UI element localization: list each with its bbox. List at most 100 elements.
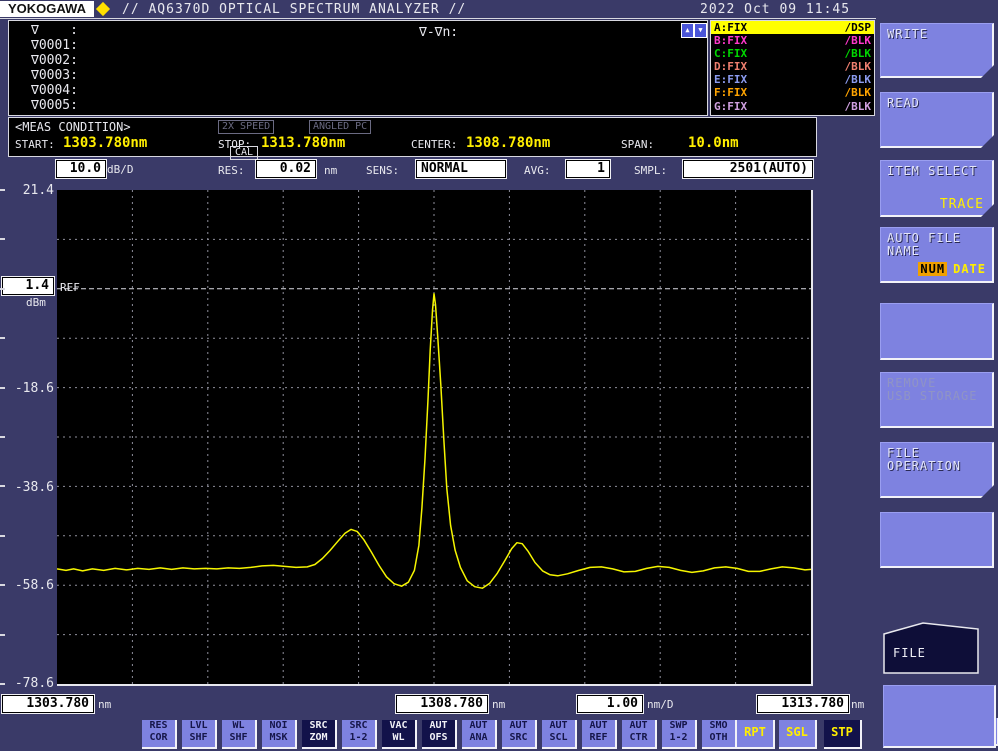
trace-name: F:FIX: [714, 86, 747, 99]
toolbar-button-res-cor[interactable]: RESCOR: [142, 720, 177, 749]
softkey-label: READ: [887, 97, 992, 110]
softkey-label: ITEM SELECT: [887, 165, 992, 178]
app-title: // AQ6370D OPTICAL SPECTRUM ANALYZER //: [122, 2, 466, 17]
toolbar-button-src-1-2[interactable]: SRC1-2: [342, 720, 377, 749]
softkey-file[interactable]: FILEOPERATION: [880, 442, 994, 498]
marker-panel: ∇ : ∇-∇n: ∇0001:∇0002:∇0003:∇0004:∇0005:: [8, 20, 708, 116]
softkey-read[interactable]: READ: [880, 92, 994, 148]
toolbar-button-aut-ana[interactable]: AUTANA: [462, 720, 497, 749]
softkey-label: USB STORAGE: [887, 390, 992, 403]
toolbar-button-label: SCL: [542, 732, 575, 744]
toolbar-button-label: 1-2: [662, 732, 695, 744]
y-edge-tick: [0, 238, 5, 240]
softkey-value: TRACE: [940, 198, 984, 211]
level-scale-unit: dB/D: [107, 163, 134, 176]
toolbar-button-lvl-shf[interactable]: LVLSHF: [182, 720, 217, 749]
toolbar-button-swp-1-2[interactable]: SWP1-2: [662, 720, 697, 749]
toolbar-button-label: OFS: [422, 732, 455, 744]
avg-value-box[interactable]: 1: [566, 160, 610, 178]
toolbar-button-smo-oth[interactable]: SMOOTH: [702, 720, 737, 749]
title-bar: YOKOGAWA // AQ6370D OPTICAL SPECTRUM ANA…: [0, 0, 998, 18]
y-edge-tick: [0, 535, 5, 537]
toolbar-button-label: NOI: [262, 720, 295, 732]
center-label: CENTER:: [411, 138, 457, 151]
toolbar-button-aut-ctr[interactable]: AUTCTR: [622, 720, 657, 749]
speed-flag: 2X SPEED: [218, 120, 274, 134]
marker-rows: ∇0001:∇0002:∇0003:∇0004:∇0005:: [9, 38, 707, 113]
angled-pc-flag: ANGLED PC: [309, 120, 371, 134]
scroll-up-icon[interactable]: ▲: [681, 23, 694, 38]
toolbar-button-label: VAC: [382, 720, 415, 732]
toolbar-button-label: SHF: [182, 732, 215, 744]
toggle-other[interactable]: DATE: [953, 262, 986, 276]
softkey-auto-file[interactable]: AUTO FILENAMENUMDATE: [880, 227, 994, 283]
toolbar-button-label: AUT: [422, 720, 455, 732]
toolbar-button-label: 1-2: [342, 732, 375, 744]
trace-display-mode: /BLK: [845, 47, 872, 60]
toolbar-button-aut-scl[interactable]: AUTSCL: [542, 720, 577, 749]
trace-row-d[interactable]: D:FIX/BLK: [711, 60, 874, 73]
toolbar-button-noi-msk[interactable]: NOIMSK: [262, 720, 297, 749]
x-center-box[interactable]: 1308.780: [396, 695, 488, 713]
toolbar-button-label: AUT: [582, 720, 615, 732]
toolbar-button-label: CTR: [622, 732, 655, 744]
softkey-item-select[interactable]: ITEM SELECT TRACE: [880, 160, 994, 217]
toolbar-button-label: SRC: [342, 720, 375, 732]
scroll-down-icon[interactable]: ▼: [694, 23, 707, 38]
x-stop-unit: nm: [851, 698, 864, 711]
trace-row-b[interactable]: B:FIX/BLK: [711, 34, 874, 47]
toolbar-button-label: RES: [142, 720, 175, 732]
ref-line-label: REF: [60, 281, 80, 294]
toolbar-button-label: SMO: [702, 720, 735, 732]
level-scale-box[interactable]: 10.0: [56, 160, 106, 178]
trace-row-f[interactable]: F:FIX/BLK: [711, 86, 874, 99]
toolbar-button-aut-src[interactable]: AUTSRC: [502, 720, 537, 749]
softkey-label: NAME: [887, 245, 992, 258]
trace-row-g[interactable]: G:FIX/BLK: [711, 100, 874, 113]
softkey-blank-7: [880, 512, 994, 568]
y-tick-1: -18.6: [8, 381, 54, 396]
smpl-value-box[interactable]: 2501(AUTO): [683, 160, 813, 178]
start-label: START:: [15, 138, 55, 151]
toolbar-button-label: AUT: [502, 720, 535, 732]
y-tick-top: 21.4: [8, 183, 54, 198]
sweep-button-rpt[interactable]: RPT: [737, 720, 775, 749]
ref-level-box[interactable]: 1.4: [2, 277, 54, 295]
sens-value-box[interactable]: NORMAL: [416, 160, 506, 178]
toolbar-button-aut-ofs[interactable]: AUTOFS: [422, 720, 457, 749]
trace-display-mode: /BLK: [845, 100, 872, 113]
datetime-display: 2022 Oct 09 11:45: [700, 2, 850, 17]
toggle-selected[interactable]: NUM: [918, 262, 947, 276]
res-value-box[interactable]: 0.02: [256, 160, 316, 178]
trace-row-c[interactable]: C:FIX/BLK: [711, 47, 874, 60]
y-edge-tick: [0, 485, 5, 487]
toolbar-button-label: SRC: [502, 732, 535, 744]
toolbar-button-aut-ref[interactable]: AUTREF: [582, 720, 617, 749]
softkey-write[interactable]: WRITE: [880, 23, 994, 78]
trace-row-e[interactable]: E:FIX/BLK: [711, 73, 874, 86]
y-edge-tick: [0, 337, 5, 339]
toolbar-button-wl-shf[interactable]: WLSHF: [222, 720, 257, 749]
toolbar-button-label: MSK: [262, 732, 295, 744]
toolbar-button-label: ANA: [462, 732, 495, 744]
x-stop-box[interactable]: 1313.780: [757, 695, 849, 713]
span-label: SPAN:: [621, 138, 654, 151]
softkey-toggle: NUM DATE: [918, 263, 986, 276]
trace-row-a[interactable]: A:FIX/DSP: [711, 21, 874, 34]
marker-row: ∇0002:: [9, 53, 707, 68]
toolbar-button-src-zom[interactable]: SRCZOM: [302, 720, 337, 749]
x-start-unit: nm: [98, 698, 111, 711]
x-scale-box[interactable]: 1.00: [577, 695, 643, 713]
y-edge-tick: [0, 584, 5, 586]
sweep-button-stp[interactable]: STP: [824, 720, 862, 749]
file-menu-tab[interactable]: FILE: [883, 622, 980, 675]
toolbar-button-vac-wl[interactable]: VACWL: [382, 720, 417, 749]
trace-display-mode: /BLK: [845, 73, 872, 86]
toolbar-button-label: AUT: [622, 720, 655, 732]
spectrum-plot: [57, 190, 811, 684]
toolbar-button-label: SWP: [662, 720, 695, 732]
marker-row: ∇0005:: [9, 98, 707, 113]
smpl-label: SMPL:: [634, 164, 667, 177]
sweep-button-sgl[interactable]: SGL: [779, 720, 817, 749]
x-start-box[interactable]: 1303.780: [2, 695, 94, 713]
